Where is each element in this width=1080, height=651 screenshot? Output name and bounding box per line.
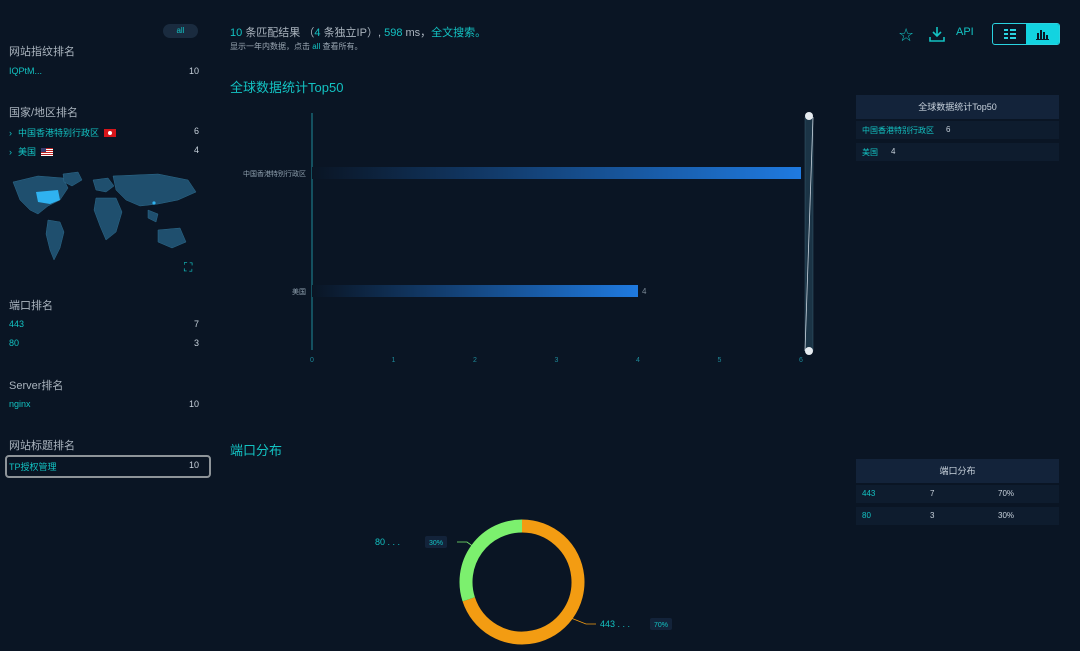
port-item[interactable]: 80 3 — [9, 338, 199, 352]
country-item-name: 中国香港特别行政区 — [18, 128, 100, 138]
world-map[interactable]: ⛶ — [8, 170, 201, 274]
fullscreen-icon[interactable]: ⛶ — [184, 260, 192, 275]
webtitle-item[interactable]: TP授权管理 10 — [9, 460, 199, 474]
country-item-hk[interactable]: › 中国香港特别行政区 6 — [9, 126, 199, 140]
ip-suffix: 条独立IP）, — [323, 27, 382, 39]
fulltext-search-link[interactable]: 全文搜索。 — [431, 27, 486, 39]
row-name: 中国香港特别行政区 — [862, 126, 934, 135]
hk-flag-icon — [104, 129, 117, 137]
subtext-part-2: 查看所有。 — [322, 42, 363, 51]
port-rank-title: 端口排名 — [9, 300, 53, 312]
row-name: 美国 — [862, 148, 878, 157]
bar[interactable] — [312, 285, 638, 297]
port-table-row[interactable]: 80 3 30% — [856, 507, 1059, 525]
category-label: 中国香港特别行政区 — [243, 169, 306, 178]
leader-line — [572, 618, 596, 625]
chevron-right-icon[interactable]: › — [9, 128, 12, 138]
row-port: 443 — [862, 489, 876, 498]
donut-label: 80 . . . — [375, 537, 400, 547]
fingerprint-item-count: 10 — [188, 66, 199, 76]
server-item-count: 10 — [188, 399, 199, 409]
country-rank-title: 国家/地区排名 — [9, 107, 79, 119]
bar-value-label: 4 — [642, 287, 647, 296]
query-time: 598 — [384, 27, 403, 39]
x-tick-label: 5 — [718, 357, 722, 364]
x-tick-label: 4 — [636, 357, 640, 364]
country-item-count: 6 — [193, 126, 199, 136]
port-table-header: 端口分布 — [856, 459, 1059, 483]
zoom-slider[interactable] — [804, 112, 814, 355]
list-view-button[interactable] — [993, 24, 1026, 44]
result-summary: 10 条匹配结果 （4 条独立IP）, 598 ms，全文搜索。 — [230, 24, 486, 40]
result-subtext: 显示一年内数据，点击 all 查看所有。 — [230, 41, 362, 52]
row-value: 4 — [891, 147, 896, 156]
list-view-icon — [1004, 29, 1016, 39]
all-filter-button[interactable]: all — [163, 24, 198, 38]
server-item-name: nginx — [9, 399, 31, 409]
webtitle-item-count: 10 — [188, 460, 199, 470]
percent-label: 70% — [654, 622, 668, 629]
port-distribution-donut[interactable]: 443 . . . 70% 80 . . . 30% — [360, 510, 700, 651]
global-stats-title: 全球数据统计Top50 — [230, 80, 344, 95]
port-distribution-title: 端口分布 — [230, 443, 283, 458]
hk-highlight — [152, 201, 156, 205]
result-count-suffix: 条匹配结果 — [245, 27, 301, 39]
port-item-name: 443 — [9, 319, 25, 329]
view-toggle[interactable] — [992, 23, 1060, 45]
subtext-part-1: 显示一年内数据，点击 — [230, 42, 310, 51]
row-value: 6 — [946, 125, 951, 134]
world-map-graphic — [12, 171, 197, 261]
leader-line — [457, 541, 473, 546]
row-value: 7 — [930, 489, 935, 498]
result-count: 10 — [230, 27, 243, 39]
api-button[interactable]: API — [956, 26, 974, 46]
webtitle-item-name: TP授权管理 — [9, 462, 57, 472]
global-stats-table-row[interactable]: 美国 4 — [856, 143, 1059, 161]
port-table-row[interactable]: 443 7 70% — [856, 485, 1059, 503]
x-tick-label: 0 — [310, 357, 314, 364]
star-icon[interactable]: ☆ — [898, 25, 914, 45]
show-all-link[interactable]: all — [312, 42, 320, 51]
download-icon[interactable] — [928, 25, 946, 45]
ip-prefix: （ — [303, 27, 315, 39]
zoom-handle-bottom[interactable] — [805, 347, 813, 355]
chevron-right-icon[interactable]: › — [9, 147, 12, 157]
port-item-count: 7 — [193, 319, 199, 329]
row-percent: 70% — [998, 489, 1015, 498]
country-item-name: 美国 — [18, 147, 37, 157]
bar[interactable] — [312, 167, 801, 179]
fingerprint-rank-title: 网站指纹排名 — [9, 46, 75, 58]
country-item-count: 4 — [193, 145, 199, 155]
global-stats-table-header: 全球数据统计Top50 — [856, 95, 1059, 119]
row-port: 80 — [862, 511, 871, 520]
port-item-name: 80 — [9, 338, 20, 348]
us-flag-icon — [41, 148, 54, 156]
chart-view-button[interactable] — [1026, 24, 1059, 44]
fingerprint-item-name: IQPtM... — [9, 66, 43, 76]
x-tick-label: 6 — [799, 357, 803, 364]
category-label: 美国 — [292, 287, 306, 296]
x-tick-label: 3 — [555, 357, 559, 364]
port-item-count: 3 — [193, 338, 199, 348]
server-item[interactable]: nginx 10 — [9, 399, 199, 413]
server-rank-title: Server排名 — [9, 380, 64, 392]
webtitle-rank-title: 网站标题排名 — [9, 440, 75, 452]
row-value: 3 — [930, 511, 935, 520]
global-stats-bar-chart[interactable]: 64 0123456 中国香港特别行政区美国 — [230, 105, 830, 370]
global-stats-table-row[interactable]: 中国香港特别行政区 6 — [856, 121, 1059, 139]
x-tick-label: 1 — [392, 357, 396, 364]
percent-label: 30% — [429, 540, 443, 547]
port-item[interactable]: 443 7 — [9, 319, 199, 333]
country-item-us[interactable]: › 美国 4 — [9, 145, 199, 159]
row-percent: 30% — [998, 511, 1015, 520]
zoom-handle-top[interactable] — [805, 112, 813, 120]
query-time-unit: ms， — [405, 27, 432, 39]
donut-label: 443 . . . — [600, 619, 630, 629]
fingerprint-item[interactable]: IQPtM... 10 — [9, 66, 199, 80]
donut-slice[interactable] — [459, 519, 523, 602]
bar-chart-icon — [1036, 30, 1049, 40]
ip-count: 4 — [314, 27, 321, 39]
x-tick-label: 2 — [473, 357, 477, 364]
